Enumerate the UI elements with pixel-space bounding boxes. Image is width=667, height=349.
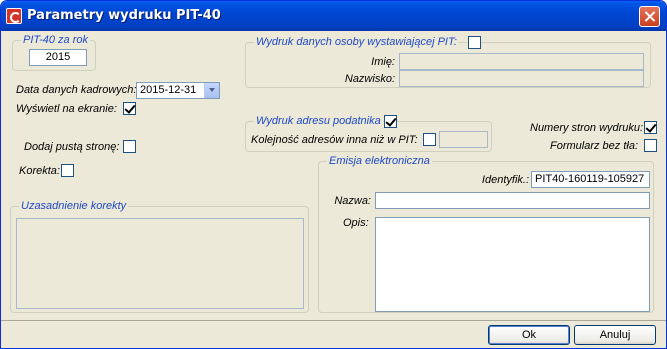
staff-date-combo[interactable]: 2015-12-31 bbox=[136, 82, 220, 99]
first-name-input[interactable] bbox=[399, 53, 644, 70]
issuer-legend: Wydruk danych osoby wystawiającej PIT: bbox=[254, 36, 459, 48]
correction-reason-legend: Uzasadnienie korekty bbox=[19, 200, 129, 212]
ok-button[interactable]: Ok bbox=[488, 325, 570, 345]
no-background-label: Formularz bez tła: bbox=[550, 140, 639, 152]
address-order-label: Kolejność adresów inna niż w PIT: bbox=[251, 134, 418, 146]
staff-date-label: Data danych kadrowych: bbox=[16, 84, 137, 96]
taxpayer-address-legend: Wydruk adresu podatnika bbox=[254, 115, 383, 127]
e-emission-legend: Emisja elektroniczna bbox=[327, 155, 432, 167]
window-title: Parametry wydruku PIT-40 bbox=[27, 8, 221, 23]
address-order-input[interactable] bbox=[439, 131, 488, 148]
app-logo-icon bbox=[6, 8, 22, 24]
add-blank-page-checkbox[interactable] bbox=[123, 140, 136, 153]
dialog-window: Parametry wydruku PIT-40 PIT-40 za rok 2… bbox=[0, 0, 667, 349]
name-label: Nazwa: bbox=[334, 195, 371, 207]
description-label: Opis: bbox=[343, 217, 369, 229]
show-on-screen-label: Wyświetl na ekranie: bbox=[16, 103, 117, 115]
issuer-checkbox[interactable] bbox=[468, 36, 481, 49]
identifier-input[interactable]: PIT40-160119-105927 bbox=[531, 171, 650, 188]
chevron-down-icon[interactable] bbox=[204, 83, 219, 98]
name-input[interactable] bbox=[375, 192, 650, 209]
cancel-button[interactable]: Anuluj bbox=[574, 325, 656, 345]
close-icon[interactable] bbox=[639, 6, 660, 27]
add-blank-page-label: Dodaj pustą stronę: bbox=[24, 141, 120, 153]
identifier-label: Identyfik.: bbox=[481, 174, 529, 186]
staff-date-value: 2015-12-31 bbox=[140, 84, 197, 96]
pit-year-legend: PIT-40 za rok bbox=[21, 34, 91, 46]
page-numbers-label: Numery stron wydruku: bbox=[530, 122, 644, 134]
last-name-input[interactable] bbox=[399, 70, 644, 87]
description-textarea[interactable] bbox=[375, 217, 650, 312]
pit-year-input[interactable]: 2015 bbox=[29, 49, 87, 66]
correction-label: Korekta: bbox=[19, 165, 60, 177]
first-name-label: Imię: bbox=[371, 56, 395, 68]
title-bar: Parametry wydruku PIT-40 bbox=[1, 1, 666, 31]
correction-reason-textarea[interactable] bbox=[16, 218, 304, 309]
no-background-checkbox[interactable] bbox=[644, 139, 657, 152]
show-on-screen-checkbox[interactable] bbox=[123, 102, 136, 115]
address-order-checkbox[interactable] bbox=[423, 133, 436, 146]
page-numbers-checkbox[interactable] bbox=[644, 121, 657, 134]
last-name-label: Nazwisko: bbox=[344, 73, 395, 85]
taxpayer-address-checkbox[interactable] bbox=[384, 115, 397, 128]
correction-checkbox[interactable] bbox=[61, 164, 74, 177]
bottom-divider bbox=[1, 320, 666, 321]
